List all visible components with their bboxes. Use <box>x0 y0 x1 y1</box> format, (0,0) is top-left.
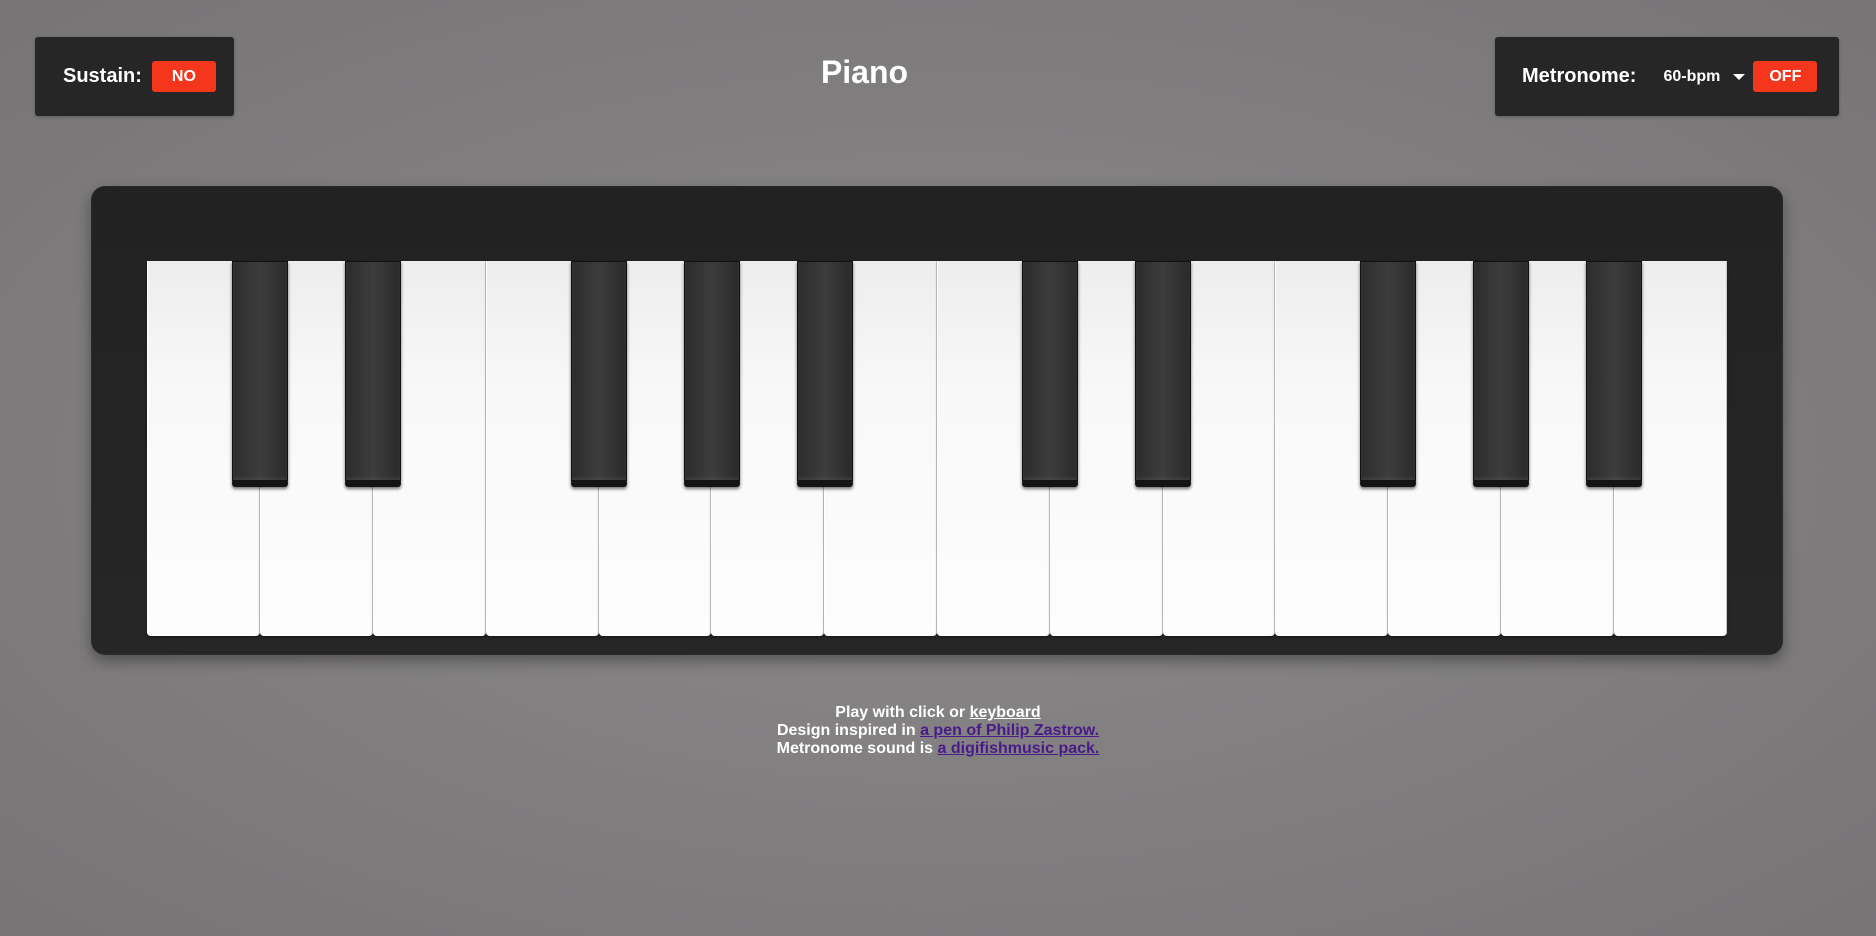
piano-keyboard <box>147 261 1727 636</box>
design-credit-text: Design inspired in <box>776 722 921 739</box>
footer-line-sound: Metronome sound is a digifishmusic pack. <box>0 740 1876 758</box>
black-key[interactable] <box>1022 261 1078 487</box>
keyboard-link[interactable]: keyboard <box>970 704 1041 721</box>
instructions-text: Play with click or <box>835 704 970 721</box>
black-key[interactable] <box>684 261 740 487</box>
piano-body <box>91 186 1783 655</box>
digifishmusic-pack-link[interactable]: a digifishmusic pack. <box>938 740 1100 757</box>
footer-line-instructions: Play with click or keyboard <box>0 704 1876 722</box>
black-key[interactable] <box>232 261 288 487</box>
bpm-select[interactable]: 60-bpm <box>1663 67 1746 86</box>
philip-zastrow-pen-link[interactable]: a pen of Philip Zastrow. <box>920 722 1099 739</box>
black-key[interactable] <box>1586 261 1642 487</box>
black-key[interactable] <box>1360 261 1416 487</box>
chevron-down-icon <box>1733 74 1746 80</box>
black-key[interactable] <box>1135 261 1191 487</box>
bpm-select-value: 60-bpm <box>1663 67 1721 85</box>
black-key[interactable] <box>345 261 401 487</box>
metronome-label: Metronome: <box>1522 65 1637 87</box>
page-title: Piano <box>820 54 909 90</box>
metronome-panel: Metronome: 60-bpm OFF <box>1495 37 1839 116</box>
footer-credits: Play with click or keyboard Design inspi… <box>0 704 1876 758</box>
black-key[interactable] <box>571 261 627 487</box>
footer-line-design: Design inspired in a pen of Philip Zastr… <box>0 722 1876 740</box>
metronome-toggle-button[interactable]: OFF <box>1753 61 1818 92</box>
black-key[interactable] <box>797 261 853 487</box>
sound-credit-text: Metronome sound is <box>776 740 938 757</box>
black-key[interactable] <box>1473 261 1529 487</box>
